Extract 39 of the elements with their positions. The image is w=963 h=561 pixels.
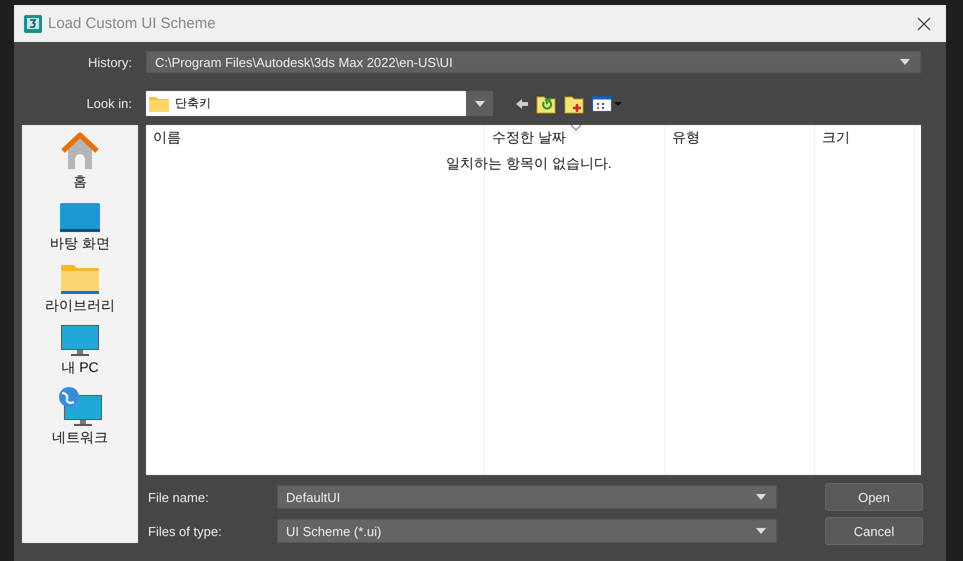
place-item[interactable]: 홈 [60, 131, 100, 191]
sort-caret-icon [570, 125, 582, 131]
caret-icon [756, 528, 766, 534]
empty-message: 일치하는 항목이 없습니다. [446, 155, 612, 173]
look-in-label: Look in: [85, 96, 132, 111]
caret-icon [474, 100, 484, 106]
file-type-dropdown[interactable]: UI Scheme (*.ui) [277, 519, 777, 543]
column-header[interactable]: 이름 [153, 129, 181, 145]
close-icon [917, 16, 931, 30]
column-header[interactable]: 크기 [822, 129, 850, 145]
window-title: Load Custom UI Scheme [48, 15, 217, 32]
caret-icon [756, 494, 766, 500]
open-button[interactable]: Open [825, 483, 923, 511]
dropdown-button[interactable] [466, 91, 493, 116]
place-item[interactable]: 내 PC [61, 325, 99, 377]
cancel-button[interactable]: Cancel [825, 517, 923, 545]
file-type-label: Files of type: [147, 524, 223, 538]
app-icon [24, 14, 42, 32]
folder-icon [61, 263, 99, 295]
back-arrow-icon[interactable] [516, 98, 528, 110]
look-in-dropdown[interactable]: 단축키 [146, 91, 493, 116]
new-folder-icon[interactable] [564, 94, 584, 114]
history-dropdown[interactable]: C:\Program Files\Autodesk\3ds Max 2022\en-US\UI [146, 51, 921, 73]
place-item[interactable]: 네트워크 [52, 387, 108, 447]
history-label: History: [86, 54, 132, 70]
view-menu-icon[interactable] [592, 96, 622, 112]
folder-icon [149, 96, 169, 112]
place-item[interactable]: 라이브러리 [45, 263, 115, 315]
file-name-label: File name: [147, 490, 210, 504]
caret-icon [900, 59, 910, 65]
network-monitor-icon [58, 387, 102, 427]
desktop-icon [60, 201, 100, 233]
house-icon [60, 131, 100, 171]
folder-up-icon[interactable] [536, 94, 556, 114]
place-item[interactable]: 바탕 화면 [50, 201, 110, 253]
monitor-icon [61, 325, 99, 357]
file-name-field[interactable]: DefaultUI [277, 485, 777, 509]
column-header[interactable]: 수정한 날짜 [492, 129, 566, 145]
column-header[interactable]: 유형 [672, 129, 700, 145]
